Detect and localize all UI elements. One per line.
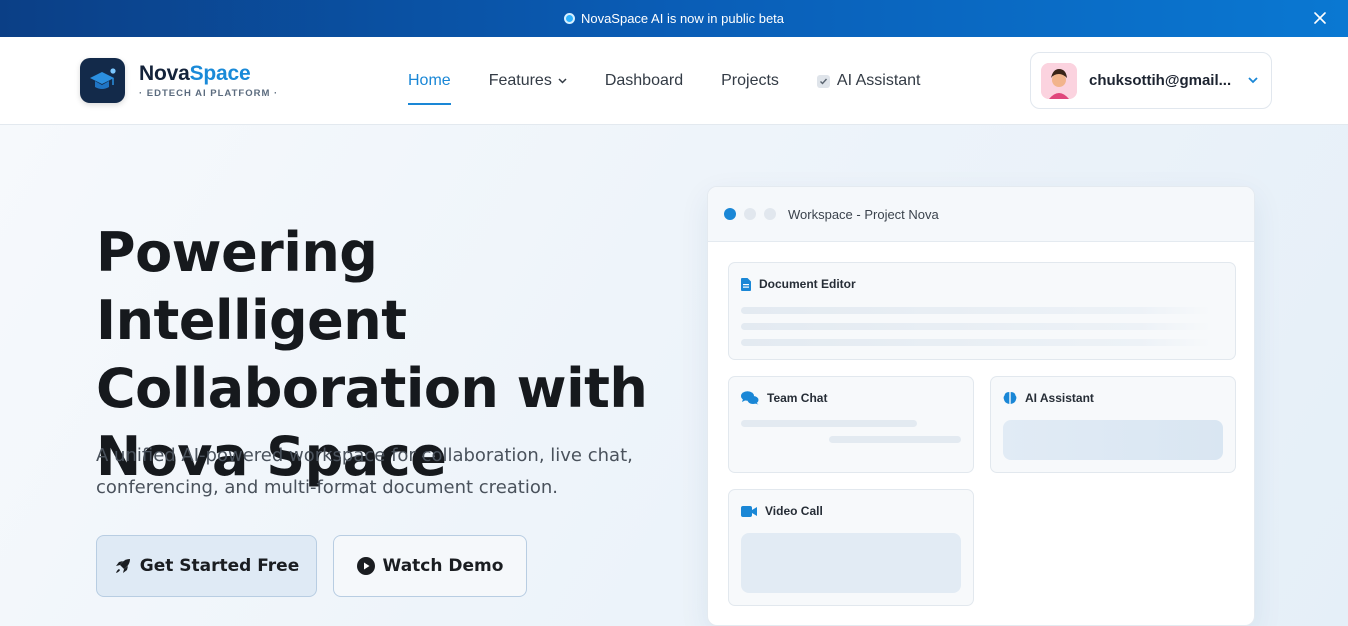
chat-message-line (829, 436, 961, 443)
get-started-button[interactable]: Get Started Free (96, 535, 317, 597)
panel-header: AI Assistant (1003, 391, 1094, 405)
nav-ai-assistant[interactable]: AI Assistant (816, 37, 921, 125)
brand-name: NovaSpace (139, 62, 251, 85)
nav-projects[interactable]: Projects (721, 37, 779, 125)
ai-response-block (1003, 420, 1223, 460)
panel-header: Video Call (741, 504, 823, 518)
brand-tagline: · EDTECH AI PLATFORM · (139, 88, 279, 99)
video-call-panel[interactable]: Video Call (728, 489, 974, 606)
nav-home[interactable]: Home (408, 37, 451, 125)
banner-text: NovaSpace AI is now in public beta (580, 11, 785, 26)
main-nav: Home Features Dashboard Projects AI Assi… (408, 37, 959, 125)
graduation-cap-icon (89, 67, 116, 89)
window-dot-icon (724, 208, 736, 220)
team-chat-panel[interactable]: Team Chat (728, 376, 974, 473)
chat-message-line (741, 420, 917, 427)
document-icon (741, 277, 751, 291)
placeholder-line (741, 323, 1211, 330)
window-dot-icon (744, 208, 756, 220)
chevron-down-icon (558, 78, 567, 84)
user-menu[interactable]: chuksottih@gmail... (1030, 52, 1272, 109)
video-camera-icon (741, 505, 757, 517)
chevron-down-icon (1248, 77, 1258, 84)
logo[interactable] (80, 58, 125, 103)
avatar (1041, 62, 1077, 99)
nav-features[interactable]: Features (489, 37, 567, 125)
placeholder-line (741, 339, 1211, 346)
announcement-banner: NovaSpace AI is now in public beta (0, 0, 1348, 37)
play-circle-icon (356, 557, 375, 575)
user-email: chuksottih@gmail... (1089, 72, 1232, 89)
panel-header: Team Chat (741, 391, 827, 405)
ai-assistant-panel[interactable]: AI Assistant (990, 376, 1236, 473)
workspace-title: Workspace - Project Nova (788, 206, 939, 222)
panel-header: Document Editor (741, 277, 856, 291)
workspace-preview: Workspace - Project Nova Document Editor (707, 186, 1255, 626)
rocket-icon (115, 559, 130, 573)
hero-subtitle: A unified AI-powered workspace for colla… (96, 445, 633, 498)
brand[interactable]: NovaSpace · EDTECH AI PLATFORM · (139, 62, 278, 99)
site-header: NovaSpace · EDTECH AI PLATFORM · Home Fe… (0, 37, 1348, 125)
nav-dashboard[interactable]: Dashboard (605, 37, 683, 125)
watch-demo-button[interactable]: Watch Demo (333, 535, 527, 597)
workspace-titlebar: Workspace - Project Nova (708, 187, 1254, 242)
ai-badge-icon (816, 74, 830, 88)
chat-bubbles-icon (741, 391, 759, 405)
video-preview-block (741, 533, 961, 593)
hero-section: Powering Intelligent Collaboration with … (0, 125, 1348, 626)
placeholder-line (741, 307, 1211, 314)
close-icon[interactable] (1310, 8, 1330, 28)
document-editor-panel[interactable]: Document Editor (728, 262, 1236, 360)
status-dot-icon (563, 13, 575, 24)
brain-icon (1003, 392, 1017, 404)
window-dot-icon (764, 208, 776, 220)
